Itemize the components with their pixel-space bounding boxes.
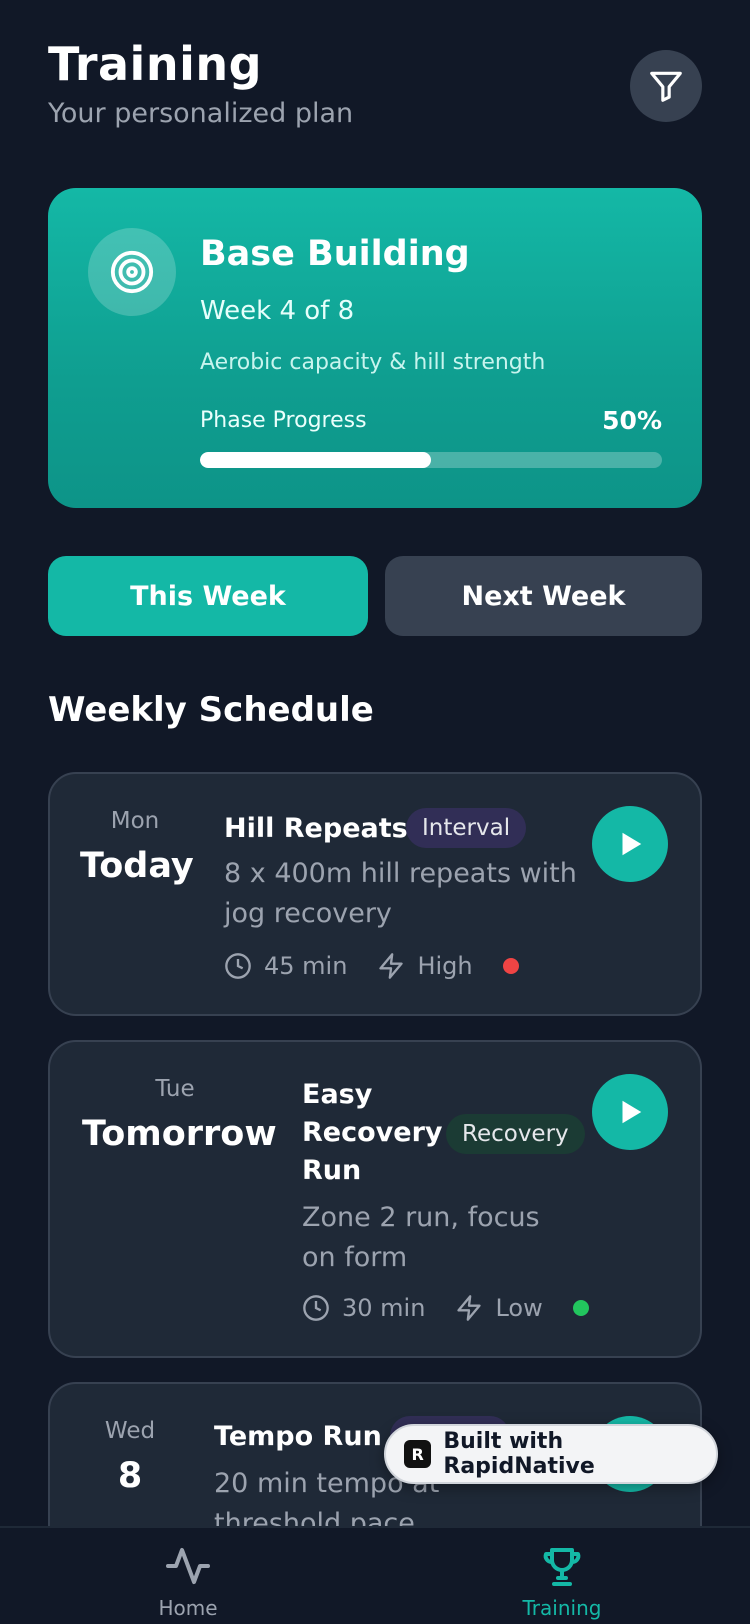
nav-training-label: Training bbox=[522, 1596, 602, 1620]
workout-title-line: Easy bbox=[302, 1079, 373, 1110]
phase-week: Week 4 of 8 bbox=[200, 296, 355, 326]
workout-title: Hill Repeats bbox=[224, 813, 408, 844]
built-with-badge[interactable]: R Built with RapidNative bbox=[384, 1424, 718, 1484]
progress-bar bbox=[200, 452, 662, 468]
progress-fill bbox=[200, 452, 431, 468]
duration: 30 min bbox=[302, 1294, 425, 1322]
workout-description-line: 8 x 400m hill repeats with bbox=[224, 858, 577, 889]
workout-description-line: Zone 2 run, focus bbox=[302, 1202, 540, 1233]
intensity-dot bbox=[572, 1300, 589, 1316]
activity-icon bbox=[166, 1548, 210, 1584]
clock-icon bbox=[225, 953, 251, 979]
filter-icon bbox=[650, 71, 682, 102]
intensity-dot bbox=[502, 958, 519, 974]
workout-meta: 45 min High bbox=[224, 952, 519, 980]
day-label: Tomorrow bbox=[82, 1114, 277, 1154]
page-title: Training bbox=[48, 37, 263, 91]
nav-home[interactable]: Home bbox=[108, 1542, 268, 1620]
day-abbr: Mon bbox=[110, 808, 160, 834]
day-column: Wed 8 bbox=[80, 1418, 180, 1496]
day-label: 8 bbox=[117, 1456, 143, 1496]
phase-card[interactable]: Base Building Week 4 of 8 Aerobic capaci… bbox=[48, 188, 702, 508]
lightning-icon bbox=[379, 953, 404, 979]
play-icon bbox=[622, 832, 642, 856]
duration-text: 30 min bbox=[342, 1294, 426, 1322]
workout-card[interactable]: Mon Today Hill Repeats Interval 8 x 400m… bbox=[48, 772, 702, 1016]
phase-focus: Aerobic capacity & hill strength bbox=[200, 350, 546, 375]
badge-text: Built with RapidNative bbox=[443, 1429, 595, 1479]
nav-home-label: Home bbox=[158, 1596, 218, 1620]
workout-meta: 30 min Low bbox=[302, 1294, 589, 1322]
training-screen: Training Your personalized plan Base Bui… bbox=[0, 0, 750, 1624]
duration-text: 45 min bbox=[264, 952, 348, 980]
section-title: Weekly Schedule bbox=[48, 690, 374, 730]
header: Training Your personalized plan bbox=[48, 36, 702, 136]
workout-title: Easy Recovery Run bbox=[302, 1076, 442, 1190]
target-icon bbox=[110, 250, 154, 294]
workout-title-line: Run bbox=[302, 1155, 362, 1186]
day-abbr: Wed bbox=[104, 1418, 156, 1444]
phase-icon-container bbox=[88, 228, 176, 316]
lightning-icon bbox=[457, 1295, 482, 1321]
bottom-nav: Home Training bbox=[0, 1526, 750, 1624]
this-week-button[interactable]: This Week bbox=[48, 556, 368, 636]
workout-description-line: jog recovery bbox=[224, 898, 392, 929]
trophy-icon bbox=[543, 1548, 581, 1586]
workout-tag: Recovery bbox=[446, 1114, 585, 1154]
phase-name: Base Building bbox=[200, 234, 470, 274]
intensity-text: High bbox=[417, 952, 473, 980]
page-subtitle: Your personalized plan bbox=[48, 98, 354, 129]
filter-button[interactable] bbox=[630, 50, 702, 122]
day-label: Today bbox=[80, 846, 194, 886]
play-icon bbox=[622, 1100, 642, 1124]
workout-card[interactable]: Tue Tomorrow Easy Recovery Run Recovery … bbox=[48, 1040, 702, 1358]
day-column: Mon Today bbox=[80, 808, 194, 886]
duration: 45 min bbox=[224, 952, 347, 980]
day-column: Tue Tomorrow bbox=[82, 1076, 277, 1154]
workout-description-line: on form bbox=[302, 1242, 408, 1273]
intensity: High bbox=[377, 952, 473, 980]
intensity-text: Low bbox=[495, 1294, 543, 1322]
start-workout-button[interactable] bbox=[592, 806, 668, 882]
next-week-button[interactable]: Next Week bbox=[385, 556, 702, 636]
progress-percent: 50% bbox=[602, 406, 662, 435]
rapidnative-logo-icon: R bbox=[404, 1440, 432, 1468]
workout-title: Tempo Run bbox=[214, 1421, 382, 1452]
workout-description: 8 x 400m hill repeats with jog recovery bbox=[224, 854, 577, 934]
progress-label: Phase Progress bbox=[200, 408, 367, 433]
clock-icon bbox=[303, 1295, 329, 1321]
start-workout-button[interactable] bbox=[592, 1074, 668, 1150]
nav-training[interactable]: Training bbox=[482, 1542, 642, 1620]
workout-description: Zone 2 run, focus on form bbox=[302, 1198, 540, 1278]
workout-tag: Interval bbox=[406, 808, 527, 848]
day-abbr: Tue bbox=[155, 1076, 195, 1102]
workout-title-line: Recovery bbox=[302, 1117, 443, 1148]
intensity: Low bbox=[455, 1294, 543, 1322]
